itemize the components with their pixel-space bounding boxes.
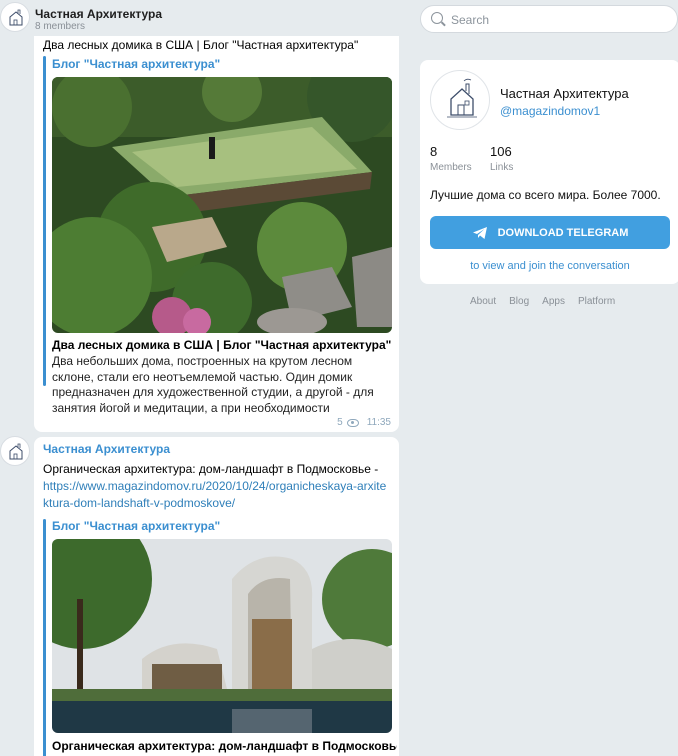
channel-avatar[interactable]	[0, 2, 30, 32]
message-link[interactable]: https://www.magazindomov.ru/2020/10/24/o…	[43, 479, 386, 510]
preview-image[interactable]	[52, 539, 392, 733]
message-post: Два лесных домика в США | Блог "Частная …	[34, 36, 399, 432]
message-post: Частная Архитектура Органическая архитек…	[34, 437, 399, 756]
chat-header: Частная Архитектура 8 members	[0, 0, 410, 40]
view-count: 5	[337, 417, 343, 428]
download-button-label: DOWNLOAD TELEGRAM	[497, 226, 629, 239]
channel-info-card: Частная Архитектура @magazindomov1 8 Mem…	[420, 60, 678, 284]
members-label: Members	[430, 162, 472, 173]
message-author[interactable]: Частная Архитектура	[43, 442, 170, 456]
member-count: 8 members	[35, 21, 86, 32]
eye-icon	[346, 418, 359, 427]
footer-links: About Blog Apps Platform	[470, 296, 615, 307]
channel-description: Лучшие дома со всего мира. Более 7000.	[430, 188, 661, 202]
message-text: Два лесных домика в США | Блог "Частная …	[43, 38, 359, 52]
message-text-body: Органическая архитектура: дом-ландшафт в…	[43, 462, 379, 476]
search-input[interactable]: Search	[420, 5, 678, 33]
message-text: Органическая архитектура: дом-ландшафт в…	[43, 461, 388, 512]
preview-site-name[interactable]: Блог "Частная архитектура"	[52, 57, 220, 71]
message-time: 11:35	[366, 417, 391, 428]
search-icon	[431, 12, 443, 24]
links-count: 106	[490, 144, 512, 159]
preview-site-name[interactable]: Блог "Частная архитектура"	[52, 519, 220, 533]
links-label: Links	[490, 162, 514, 173]
footer-link-blog[interactable]: Blog	[509, 296, 529, 307]
channel-handle[interactable]: @magazindomov1	[500, 104, 600, 118]
footer-link-apps[interactable]: Apps	[542, 296, 565, 307]
telegram-plane-icon	[472, 226, 487, 239]
join-hint: to view and join the conversation	[470, 260, 630, 272]
channel-title[interactable]: Частная Архитектура	[35, 7, 162, 21]
channel-avatar-large[interactable]	[430, 70, 490, 130]
preview-description: Два небольших дома, построенных на круто…	[52, 354, 374, 415]
search-placeholder: Search	[451, 13, 490, 27]
preview-title[interactable]: Два лесных домика в США | Блог "Частная …	[52, 338, 397, 352]
preview-accent-bar	[43, 519, 46, 756]
channel-name: Частная Архитектура	[500, 86, 629, 101]
preview-accent-bar	[43, 56, 46, 386]
author-avatar[interactable]	[0, 436, 30, 466]
members-count: 8	[430, 144, 438, 159]
download-telegram-button[interactable]: DOWNLOAD TELEGRAM	[430, 216, 670, 249]
footer-link-about[interactable]: About	[470, 296, 496, 307]
message-meta: 5 11:35	[337, 417, 391, 428]
preview-title[interactable]: Органическая архитектура: дом-ландшафт в…	[52, 739, 397, 753]
preview-image[interactable]	[52, 77, 392, 333]
footer-link-platform[interactable]: Platform	[578, 296, 615, 307]
